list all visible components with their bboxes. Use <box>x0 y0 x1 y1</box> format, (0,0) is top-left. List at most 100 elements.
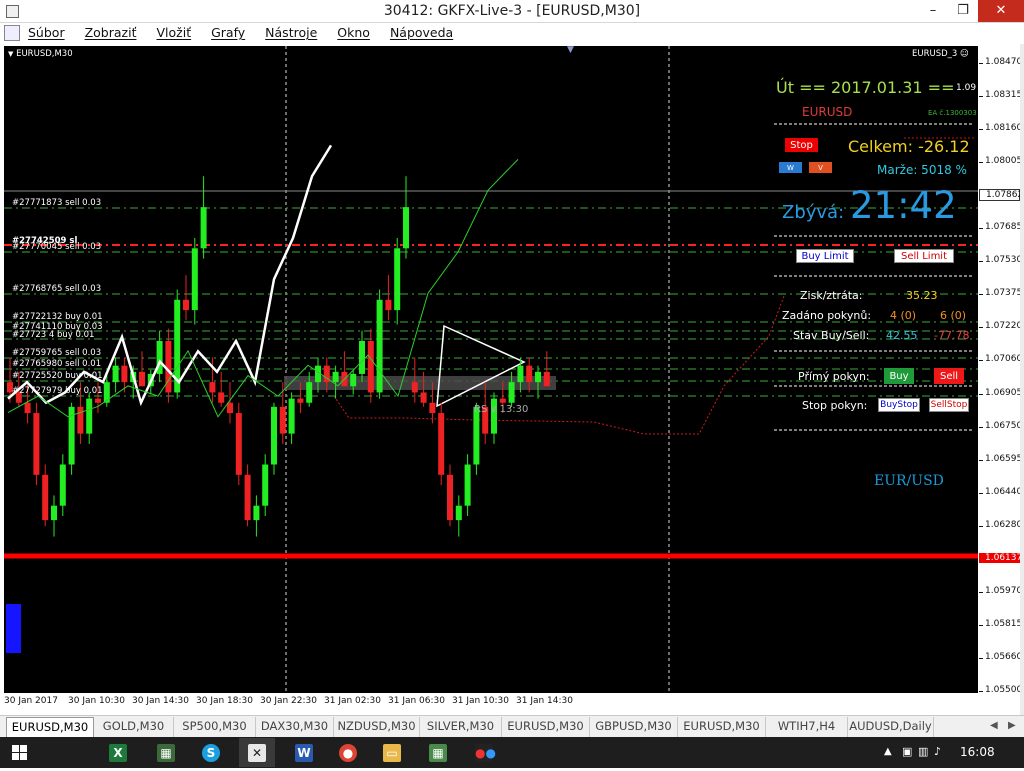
candle-body <box>473 406 480 465</box>
price-tick-label: 1.05815 <box>985 618 1023 629</box>
tray-app-icon[interactable]: ▣ <box>902 745 912 758</box>
tab-sp500-m30[interactable]: SP500,M30 <box>174 717 256 737</box>
candle-body <box>227 402 233 414</box>
time-axis[interactable]: 30 Jan 2017 30 Jan 10:30 30 Jan 14:30 30 Ja… <box>4 693 978 713</box>
tab-scroll-left-icon[interactable]: ◀ <box>990 720 998 731</box>
sell-stop-button[interactable]: SellStop <box>929 398 969 412</box>
tab-eurusd-m30[interactable]: EURUSD,M30 <box>6 717 94 737</box>
pl-value: 35.23 <box>906 289 938 302</box>
state-buy: 42.55 <box>886 329 918 342</box>
candle-body <box>139 371 145 387</box>
tab-audusd-daily[interactable]: AUDUSD,Daily <box>848 717 934 737</box>
app-icon-2: ▦ <box>429 744 447 762</box>
buy-limit-button[interactable]: Buy Limit <box>796 249 854 263</box>
tray-chevron-icon[interactable]: ▲ <box>884 746 892 757</box>
taskbar-chrome[interactable]: ● <box>330 738 366 767</box>
taskbar-app-chart[interactable]: ▦ <box>148 738 184 767</box>
candle-body <box>359 340 365 374</box>
buy-stop-button[interactable]: BuyStop <box>878 398 920 412</box>
candle-body <box>403 207 409 249</box>
menu-insert[interactable]: Vložiť <box>156 25 191 40</box>
panel-remaining-label: Zbývá: <box>782 202 845 223</box>
candle-body <box>262 464 269 506</box>
minimize-button[interactable]: – <box>918 0 948 22</box>
metatrader-icon: ✕ <box>248 744 266 762</box>
time-tick-label: 31 Jan 02:30 <box>324 696 381 706</box>
time-tick-label: 30 Jan 22:30 <box>260 696 317 706</box>
taskbar-app-3[interactable]: ●● <box>466 738 502 767</box>
price-tick-label: 1.07220 <box>985 321 1023 332</box>
order-label: #27725520 buy 0.01 <box>12 371 103 381</box>
candle-body <box>253 505 260 521</box>
up-button[interactable]: W <box>779 162 802 173</box>
excel-icon: X <box>109 744 127 762</box>
candle-body <box>86 398 93 434</box>
buy-button[interactable]: Buy <box>884 368 914 384</box>
tab-silver-m30[interactable]: SILVER,M30 <box>420 717 502 737</box>
taskbar-excel[interactable]: X <box>100 738 136 767</box>
tab-scroll-right-icon[interactable]: ▶ <box>1008 720 1016 731</box>
chart-window-icon[interactable] <box>4 25 20 41</box>
stop-button[interactable]: Stop <box>785 138 818 152</box>
taskbar-clock[interactable]: 16:08 <box>960 745 995 759</box>
price-tick-label: 1.08005 <box>985 156 1023 167</box>
price-tick-label: 1.06280 <box>985 519 1023 530</box>
price-tick-label: 1.06905 <box>985 387 1023 398</box>
candle-body <box>77 406 84 434</box>
maximize-button[interactable]: ❐ <box>948 0 978 22</box>
network-icon[interactable]: ▥ <box>918 745 928 758</box>
candle-body <box>288 398 295 434</box>
candle-body <box>420 392 427 403</box>
chart-app-icon: ▦ <box>157 744 175 762</box>
tab-eurusd-m30[interactable]: EURUSD,M30 <box>678 717 766 737</box>
state-sell: -77.78 <box>934 329 970 342</box>
tab-nzdusd-m30[interactable]: NZDUSD,M30 <box>334 717 420 737</box>
menu-help[interactable]: Nápoveda <box>390 25 453 40</box>
tab-dax30-m30[interactable]: DAX30,M30 <box>256 717 334 737</box>
price-tick-label: 1.07375 <box>985 288 1023 299</box>
candle-body <box>464 464 471 506</box>
tab-gbpusd-m30[interactable]: GBPUSD,M30 <box>590 717 678 737</box>
candle-body <box>526 365 533 383</box>
taskbar-app-2[interactable]: ▦ <box>420 738 456 767</box>
candle-body <box>367 340 374 393</box>
price-tick-label: 1.05970 <box>985 585 1023 596</box>
close-window-button[interactable]: ✕ <box>978 0 1024 22</box>
taskbar-explorer[interactable]: ▭ <box>374 738 410 767</box>
window-titlebar: 30412: GKFX-Live-3 - [EURUSD,M30] – ❐ ✕ <box>0 0 1024 23</box>
scroll-marker-icon[interactable]: ▼ <box>567 46 574 55</box>
price-chart[interactable]: ⇧ ▼ EURUSD,M30 EURUSD_3 ☺ ▼ RS v 13:30 #… <box>4 46 978 693</box>
placed-sell: 6 (0) <box>940 309 967 322</box>
panel-date: Út == 2017.01.31 == <box>776 78 955 97</box>
taskbar-metatrader[interactable]: ✕ <box>239 738 275 767</box>
menu-window[interactable]: Okno <box>337 25 370 40</box>
tab-eurusd-m30[interactable]: EURUSD,M30 <box>502 717 590 737</box>
menu-file[interactable]: Súbor <box>28 25 65 40</box>
candle-body <box>200 207 207 249</box>
v-button[interactable]: V <box>809 162 832 173</box>
candle-body <box>508 382 515 403</box>
price-tick-label: 1.07530 <box>985 255 1023 266</box>
taskbar-word[interactable]: W <box>286 738 322 767</box>
time-tick-label: 30 Jan 14:30 <box>132 696 189 706</box>
sell-limit-button[interactable]: Sell Limit <box>894 249 954 263</box>
menu-view[interactable]: Zobraziť <box>85 25 137 40</box>
windows-logo-icon <box>12 745 27 760</box>
sell-button[interactable]: Sell <box>934 368 964 384</box>
time-tick-label: 30 Jan 10:30 <box>68 696 125 706</box>
candle-body <box>42 474 49 521</box>
price-axis[interactable]: 1.08470 1.08315 1.08160 1.08005 1.07862 1.076… <box>979 46 1023 695</box>
tab-wtih7-h4[interactable]: WTIH7,H4 <box>766 717 848 737</box>
start-button[interactable] <box>2 738 38 767</box>
candle-body <box>517 365 524 383</box>
taskbar-skype[interactable]: S <box>193 738 229 767</box>
volume-block <box>6 604 21 653</box>
time-tick-label: 31 Jan 14:30 <box>516 696 573 706</box>
menu-charts[interactable]: Grafy <box>211 25 245 40</box>
candle-body <box>306 382 313 403</box>
menu-tools[interactable]: Nástroje <box>265 25 317 40</box>
tab-gold-m30[interactable]: GOLD,M30 <box>94 717 174 737</box>
volume-icon[interactable]: ♪ <box>934 745 941 758</box>
skype-icon: S <box>202 744 220 762</box>
candle-body <box>24 402 31 414</box>
